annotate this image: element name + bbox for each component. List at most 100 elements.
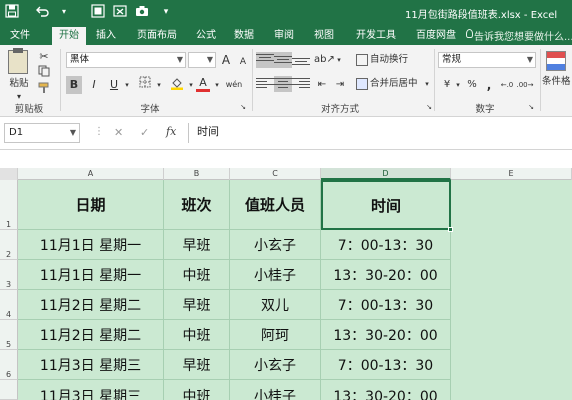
table-cell[interactable]: 小桂子 — [230, 260, 321, 290]
align-right-icon[interactable] — [292, 76, 310, 92]
align-middle-icon[interactable] — [274, 52, 292, 68]
align-top-icon[interactable] — [256, 52, 274, 68]
wrap-text-button[interactable]: 自动换行 — [370, 51, 420, 69]
phonetic-button[interactable]: wén — [224, 76, 244, 94]
tab-review[interactable]: 审阅 — [268, 27, 300, 45]
table-cell[interactable]: 13：30-20：00 — [321, 260, 451, 290]
align-center-icon[interactable] — [274, 76, 292, 92]
header-cell-staff[interactable]: 值班人员 — [230, 180, 321, 230]
undo-icon[interactable] — [34, 4, 50, 20]
name-box[interactable]: D1 ▼ — [4, 123, 80, 143]
row-header-3[interactable]: 3 — [0, 260, 18, 290]
conditional-format-button[interactable]: 条件格 — [542, 73, 572, 91]
row-header-2[interactable]: 2 — [0, 230, 18, 260]
row-header-7[interactable] — [0, 380, 18, 400]
table-cell[interactable]: 13：30-20：00 — [321, 320, 451, 350]
table-cell[interactable]: 7：00-13：30 — [321, 290, 451, 320]
border-dropdown-icon[interactable]: ▾ — [154, 76, 164, 94]
table-cell[interactable]: 小玄子 — [230, 350, 321, 380]
percent-button[interactable]: % — [464, 76, 480, 94]
enter-icon[interactable]: ✓ — [140, 126, 149, 139]
header-cell-time[interactable]: 时间 — [321, 180, 451, 230]
cancel-icon[interactable]: ✕ — [114, 126, 123, 139]
undo-dropdown-icon[interactable]: ▾ — [56, 4, 72, 20]
wrap-text-icon[interactable] — [356, 54, 368, 66]
save-icon[interactable] — [4, 4, 20, 20]
row-header-1[interactable]: 1 — [0, 180, 18, 230]
worksheet-grid[interactable]: A B C D E 1 2 3 4 5 6 日期 班次 值班人员 时间 11月1… — [0, 150, 572, 400]
insert-function-icon[interactable]: fx — [166, 125, 176, 138]
table-cell[interactable]: 早班 — [164, 350, 230, 380]
table-cell[interactable]: 7：00-13：30 — [321, 230, 451, 260]
column-header-a[interactable]: A — [18, 168, 164, 180]
merge-center-icon[interactable] — [356, 78, 368, 90]
align-bottom-icon[interactable] — [292, 52, 310, 68]
currency-dropdown-icon[interactable]: ▾ — [454, 76, 462, 94]
increase-decimal-icon[interactable]: ←.0 — [498, 76, 516, 94]
cut-icon[interactable]: ✂ — [36, 48, 52, 66]
table-cell[interactable]: 11月2日 星期二 — [18, 320, 164, 350]
header-cell-shift[interactable]: 班次 — [164, 180, 230, 230]
italic-button[interactable]: I — [86, 76, 102, 94]
select-all-corner[interactable] — [0, 168, 18, 180]
bold-button[interactable]: B — [66, 76, 82, 94]
fill-color-dropdown-icon[interactable]: ▾ — [186, 76, 196, 94]
table-cell[interactable]: 早班 — [164, 290, 230, 320]
table-cell[interactable]: 双儿 — [230, 290, 321, 320]
grow-font-button[interactable]: A — [218, 51, 234, 69]
fill-color-icon[interactable] — [168, 76, 186, 94]
formula-input[interactable]: 时间 — [188, 123, 572, 143]
align-left-icon[interactable] — [256, 76, 274, 92]
border-icon[interactable] — [136, 76, 154, 94]
table-cell[interactable]: 阿珂 — [230, 320, 321, 350]
alignment-dialog-launcher-icon[interactable]: ↘ — [424, 98, 434, 116]
number-dialog-launcher-icon[interactable]: ↘ — [526, 98, 536, 116]
tab-data[interactable]: 数据 — [228, 27, 260, 45]
camera-icon[interactable] — [134, 4, 150, 20]
font-color-button[interactable]: A — [196, 74, 210, 92]
table-cell[interactable]: 11月2日 星期二 — [18, 290, 164, 320]
fill-handle[interactable] — [448, 227, 453, 232]
table-cell[interactable]: 小桂子 — [230, 380, 321, 400]
underline-button[interactable]: U — [106, 76, 122, 94]
row-header-4[interactable]: 4 — [0, 290, 18, 320]
paste-icon[interactable] — [8, 48, 28, 74]
form-icon[interactable] — [90, 4, 106, 20]
table-cell[interactable]: 中班 — [164, 380, 230, 400]
increase-indent-icon[interactable]: ⇥ — [332, 76, 348, 94]
decrease-indent-icon[interactable]: ⇤ — [314, 76, 330, 94]
table-cell[interactable]: 7：00-13：30 — [321, 350, 451, 380]
orientation-icon[interactable]: ab↗ — [314, 51, 335, 69]
table-cell[interactable]: 11月1日 星期一 — [18, 260, 164, 290]
decrease-decimal-icon[interactable]: .00→ — [516, 76, 534, 94]
copy-icon[interactable] — [36, 65, 52, 83]
row-header-5[interactable]: 5 — [0, 320, 18, 350]
tab-developer[interactable]: 开发工具 — [350, 27, 402, 45]
tab-home[interactable]: 开始 — [52, 27, 86, 45]
number-format-select[interactable]: 常规 ▼ — [438, 52, 536, 68]
comma-button[interactable]: , — [482, 76, 496, 94]
tab-file[interactable]: 文件 — [4, 27, 36, 45]
column-header-c[interactable]: C — [230, 168, 321, 180]
tab-baidu-netdisk[interactable]: 百度网盘 — [410, 27, 462, 45]
merge-center-button[interactable]: 合并后居中 — [370, 75, 426, 93]
conditional-format-icon[interactable] — [546, 51, 566, 71]
tell-me-box[interactable]: 告诉我您想要做什么... — [474, 28, 572, 43]
format-painter-icon[interactable] — [36, 82, 52, 100]
font-size-select[interactable]: ▼ — [188, 52, 216, 68]
font-name-select[interactable]: 黑体 ▼ — [66, 52, 186, 68]
customize-icon[interactable]: ▾ — [158, 4, 174, 20]
tab-view[interactable]: 视图 — [308, 27, 340, 45]
table-cell[interactable]: 中班 — [164, 260, 230, 290]
column-header-e[interactable]: E — [451, 168, 572, 180]
table-cell[interactable]: 11月3日 星期三 — [18, 380, 164, 400]
table-cell[interactable]: 11月3日 星期三 — [18, 350, 164, 380]
underline-dropdown-icon[interactable]: ▾ — [122, 76, 132, 94]
table-cell[interactable]: 11月1日 星期一 — [18, 230, 164, 260]
orientation-dropdown-icon[interactable]: ▾ — [334, 51, 344, 69]
merge-dropdown-icon[interactable]: ▾ — [422, 75, 432, 93]
tab-insert[interactable]: 插入 — [90, 27, 122, 45]
table-icon[interactable] — [112, 4, 128, 20]
font-color-dropdown-icon[interactable]: ▾ — [212, 76, 222, 94]
header-cell-date[interactable]: 日期 — [18, 180, 164, 230]
